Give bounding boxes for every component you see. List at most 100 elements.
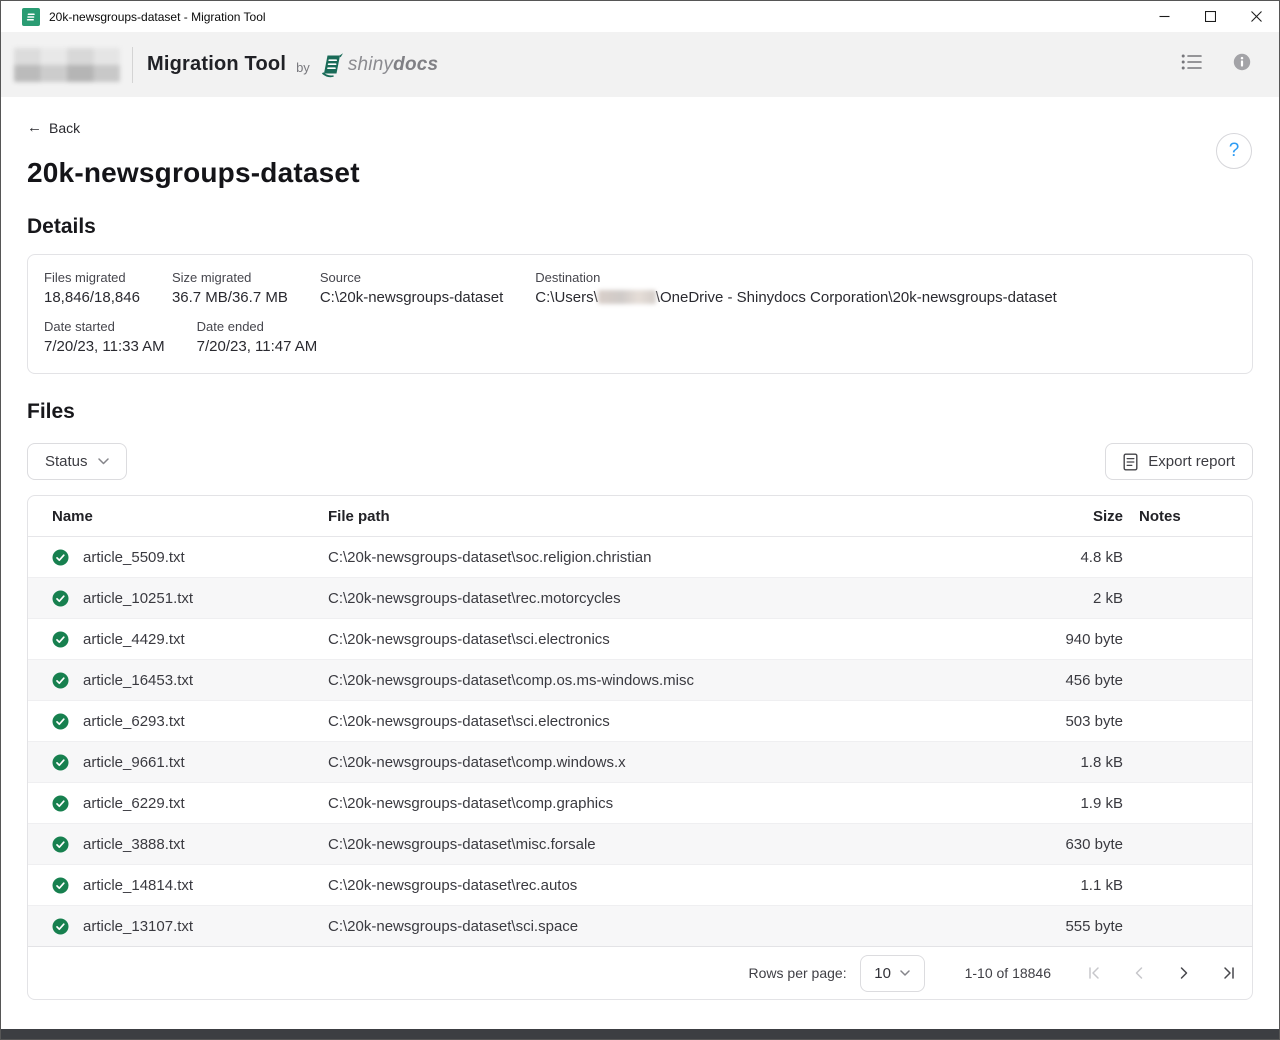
first-page-button[interactable]	[1084, 963, 1104, 983]
success-check-icon	[52, 549, 69, 566]
next-page-button[interactable]	[1174, 963, 1194, 983]
document-icon	[1123, 453, 1138, 471]
back-label: Back	[49, 120, 80, 136]
file-path: C:\20k-newsgroups-dataset\sci.electronic…	[328, 619, 1019, 660]
table-row: article_3888.txt C:\20k-newsgroups-datas…	[28, 824, 1252, 865]
shinydocs-logo: shinydocs	[319, 52, 439, 78]
file-size: 940 byte	[1019, 619, 1139, 660]
files-table-card: Name File path Size Notes	[27, 495, 1253, 1000]
success-check-icon	[52, 918, 69, 935]
file-name: article_6229.txt	[83, 795, 185, 812]
file-notes	[1139, 824, 1252, 865]
main-content: ← Back ? 20k-newsgroups-dataset Details …	[1, 97, 1279, 1039]
file-path: C:\20k-newsgroups-dataset\rec.autos	[328, 865, 1019, 906]
success-check-icon	[52, 795, 69, 812]
window-title: 20k-newsgroups-dataset - Migration Tool	[49, 10, 1141, 24]
table-row: article_16453.txt C:\20k-newsgroups-data…	[28, 660, 1252, 701]
detail-date-ended: Date ended 7/20/23, 11:47 AM	[197, 319, 318, 355]
export-report-label: Export report	[1148, 453, 1235, 470]
file-notes	[1139, 578, 1252, 619]
title-bar: 20k-newsgroups-dataset - Migration Tool	[1, 1, 1279, 32]
file-notes	[1139, 701, 1252, 742]
file-name: article_9661.txt	[83, 754, 185, 771]
rows-per-page-label: Rows per page:	[749, 965, 847, 981]
file-size: 2 kB	[1019, 578, 1139, 619]
window-bottom-edge	[1, 1029, 1279, 1039]
app-title: Migration Tool	[147, 53, 286, 76]
file-size: 4.8 kB	[1019, 537, 1139, 578]
file-path: C:\20k-newsgroups-dataset\comp.windows.x	[328, 742, 1019, 783]
rows-per-page-select[interactable]: 10	[860, 955, 925, 992]
file-name: article_16453.txt	[83, 672, 193, 689]
back-arrow-icon: ←	[27, 120, 42, 135]
close-button[interactable]	[1233, 1, 1279, 32]
app-header: Migration Tool by shinydocs	[1, 32, 1279, 97]
success-check-icon	[52, 672, 69, 689]
file-notes	[1139, 783, 1252, 824]
shinydocs-logo-icon	[319, 52, 345, 78]
file-size: 630 byte	[1019, 824, 1139, 865]
file-size: 1.8 kB	[1019, 742, 1139, 783]
file-size: 503 byte	[1019, 701, 1139, 742]
status-filter-label: Status	[45, 453, 88, 470]
success-check-icon	[52, 877, 69, 894]
file-notes	[1139, 742, 1252, 783]
chevron-down-icon	[98, 458, 109, 465]
success-check-icon	[52, 631, 69, 648]
last-page-button[interactable]	[1219, 963, 1239, 983]
file-notes	[1139, 660, 1252, 701]
column-header-size: Size	[1019, 496, 1139, 537]
detail-source: Source C:\20k-newsgroups-dataset	[320, 270, 503, 306]
file-name: article_5509.txt	[83, 549, 185, 566]
previous-page-button[interactable]	[1129, 963, 1149, 983]
detail-files-migrated: Files migrated 18,846/18,846	[44, 270, 140, 306]
file-notes	[1139, 906, 1252, 947]
file-path: C:\20k-newsgroups-dataset\soc.religion.c…	[328, 537, 1019, 578]
files-heading: Files	[27, 400, 1253, 424]
detail-date-started: Date started 7/20/23, 11:33 AM	[44, 319, 165, 355]
file-path: C:\20k-newsgroups-dataset\comp.os.ms-win…	[328, 660, 1019, 701]
question-mark-icon: ?	[1229, 140, 1240, 162]
table-header-row: Name File path Size Notes	[28, 496, 1252, 537]
table-row: article_9661.txt C:\20k-newsgroups-datas…	[28, 742, 1252, 783]
file-size: 1.9 kB	[1019, 783, 1139, 824]
table-row: article_6229.txt C:\20k-newsgroups-datas…	[28, 783, 1252, 824]
status-filter-dropdown[interactable]: Status	[27, 443, 127, 480]
file-size: 555 byte	[1019, 906, 1139, 947]
details-card: Files migrated 18,846/18,846 Size migrat…	[27, 254, 1253, 374]
page-title: 20k-newsgroups-dataset	[27, 157, 1253, 189]
file-size: 1.1 kB	[1019, 865, 1139, 906]
back-link[interactable]: ← Back	[27, 120, 80, 136]
column-header-path: File path	[328, 496, 1019, 537]
app-icon	[22, 8, 40, 26]
file-name: article_3888.txt	[83, 836, 185, 853]
pagination-range-label: 1-10 of 18846	[965, 965, 1051, 981]
chevron-down-icon	[900, 970, 910, 976]
files-toolbar: Status Export report	[27, 443, 1253, 480]
help-button[interactable]: ?	[1216, 133, 1252, 169]
table-row: article_13107.txt C:\20k-newsgroups-data…	[28, 906, 1252, 947]
column-header-notes: Notes	[1139, 496, 1252, 537]
files-table: Name File path Size Notes	[28, 496, 1252, 946]
list-icon[interactable]	[1181, 53, 1203, 76]
table-row: article_14814.txt C:\20k-newsgroups-data…	[28, 865, 1252, 906]
file-name: article_6293.txt	[83, 713, 185, 730]
header-divider	[132, 47, 133, 83]
file-name: article_14814.txt	[83, 877, 193, 894]
file-path: C:\20k-newsgroups-dataset\comp.graphics	[328, 783, 1019, 824]
success-check-icon	[52, 754, 69, 771]
detail-destination: Destination C:\Users\\OneDrive - Shinydo…	[535, 270, 1057, 306]
minimize-button[interactable]	[1141, 1, 1187, 32]
table-row: article_6293.txt C:\20k-newsgroups-datas…	[28, 701, 1252, 742]
file-name: article_4429.txt	[83, 631, 185, 648]
table-row: article_4429.txt C:\20k-newsgroups-datas…	[28, 619, 1252, 660]
maximize-button[interactable]	[1187, 1, 1233, 32]
file-path: C:\20k-newsgroups-dataset\rec.motorcycle…	[328, 578, 1019, 619]
file-notes	[1139, 619, 1252, 660]
success-check-icon	[52, 836, 69, 853]
export-report-button[interactable]: Export report	[1105, 443, 1253, 480]
file-size: 456 byte	[1019, 660, 1139, 701]
file-notes	[1139, 865, 1252, 906]
column-header-name: Name	[28, 496, 328, 537]
info-icon[interactable]	[1233, 53, 1251, 76]
